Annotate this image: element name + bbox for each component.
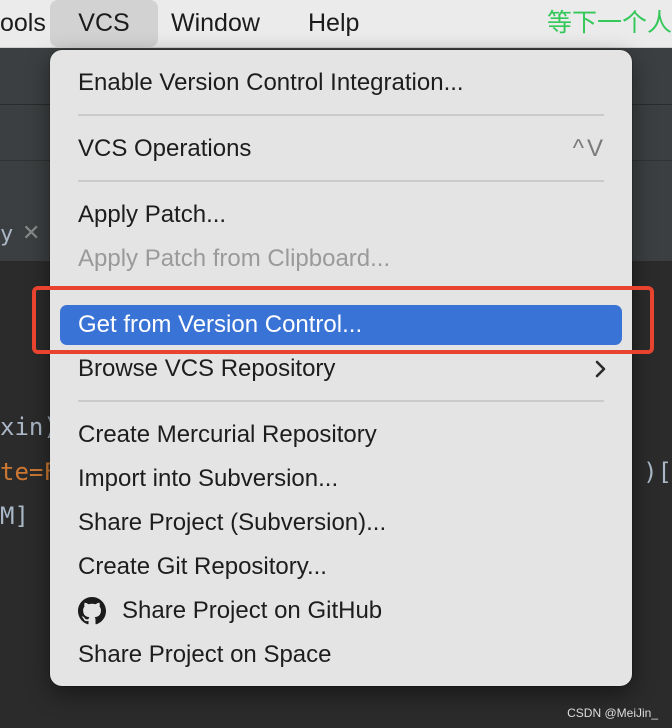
menu-item-label: Apply Patch... xyxy=(78,201,227,228)
watermark-text: CSDN @MeiJin_ xyxy=(567,706,658,720)
menu-separator xyxy=(78,400,604,402)
code-token: te xyxy=(0,458,29,486)
menu-item-label: Import into Subversion... xyxy=(78,465,339,492)
menu-item-label: Apply Patch from Clipboard... xyxy=(78,245,391,272)
menu-item-label: VCS Operations xyxy=(78,135,252,162)
menu-item-create-git[interactable]: Create Git Repository... xyxy=(60,547,622,587)
app-menu-bar: ools VCS Window Help 等下一个人 xyxy=(0,0,672,48)
input-method-text: 等下一个人 xyxy=(546,9,672,37)
menu-tools[interactable]: ools xyxy=(0,0,46,47)
menu-item-label: Enable Version Control Integration... xyxy=(78,69,464,96)
menu-window[interactable]: Window xyxy=(171,0,260,47)
menu-separator xyxy=(78,180,604,182)
menu-item-label: Share Project on GitHub xyxy=(122,597,383,624)
menu-item-enable-vci[interactable]: Enable Version Control Integration... xyxy=(60,63,622,103)
vcs-dropdown-menu: Enable Version Control Integration... VC… xyxy=(50,50,632,686)
editor-tab-label[interactable]: y xyxy=(0,222,13,247)
menu-item-create-mercurial[interactable]: Create Mercurial Repository xyxy=(60,415,622,455)
menu-item-label: Create Git Repository... xyxy=(78,553,327,580)
menu-help[interactable]: Help xyxy=(308,0,359,47)
menu-item-share-space[interactable]: Share Project on Space xyxy=(60,635,622,675)
menu-item-apply-patch-clipboard: Apply Patch from Clipboard... xyxy=(60,239,622,279)
code-line: )[ xyxy=(643,458,672,486)
annotation-highlight-box xyxy=(32,286,654,354)
menu-item-label: Create Mercurial Repository xyxy=(78,421,377,448)
close-icon[interactable]: ✕ xyxy=(22,220,40,246)
menu-item-label: Share Project (Subversion)... xyxy=(78,509,387,536)
menu-vcs[interactable]: VCS xyxy=(50,0,158,47)
menu-item-label: Share Project on Space xyxy=(78,641,332,668)
chevron-right-icon xyxy=(594,349,608,400)
menu-separator xyxy=(78,114,604,116)
menu-item-share-svn[interactable]: Share Project (Subversion)... xyxy=(60,503,622,543)
menu-item-label: Browse VCS Repository xyxy=(78,355,336,382)
menu-item-apply-patch[interactable]: Apply Patch... xyxy=(60,195,622,235)
menu-item-share-github[interactable]: Share Project on GitHub xyxy=(60,591,622,631)
menu-item-vcs-operations[interactable]: VCS Operations ^V xyxy=(60,129,622,169)
code-line: M] xyxy=(0,502,29,530)
menu-item-browse-vcs-repo[interactable]: Browse VCS Repository xyxy=(60,349,622,389)
menu-item-import-svn[interactable]: Import into Subversion... xyxy=(60,459,622,499)
github-icon xyxy=(78,597,106,625)
shortcut-label: ^V xyxy=(572,135,606,162)
